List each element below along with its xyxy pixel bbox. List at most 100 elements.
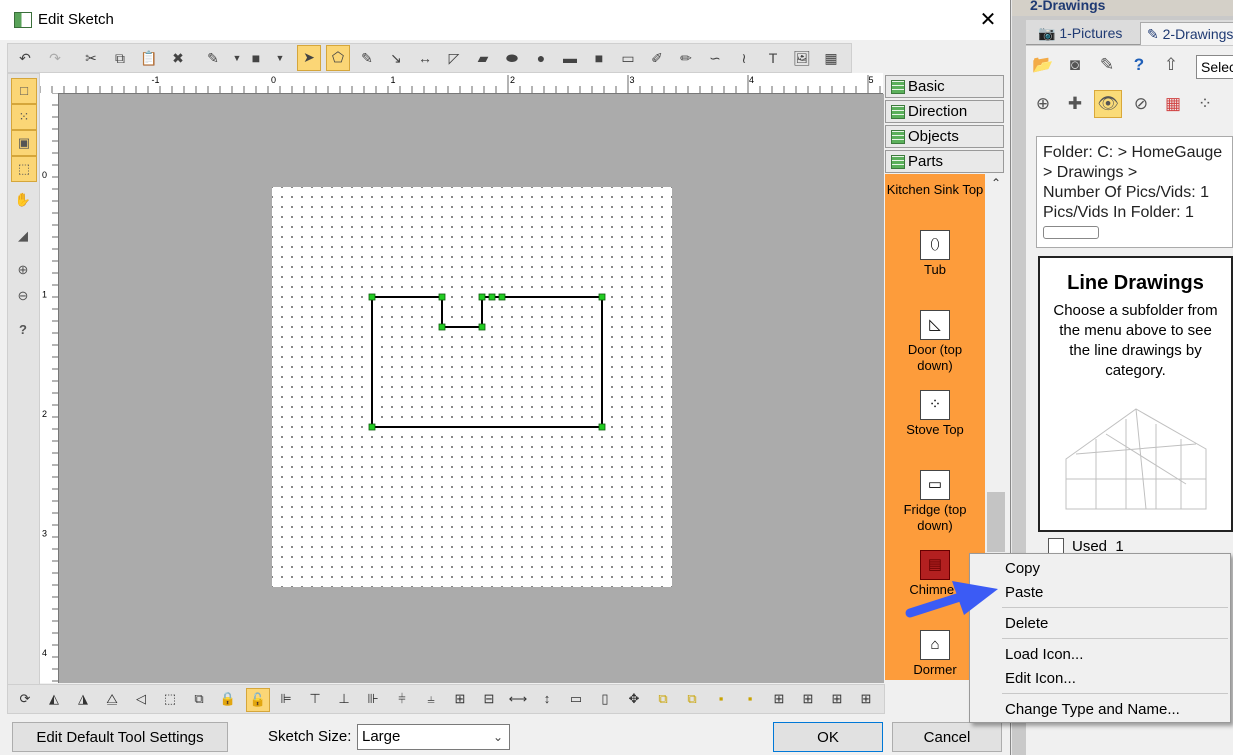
redo-icon[interactable]: ↷	[44, 47, 66, 69]
eye-hidden-icon[interactable]: ⊘	[1128, 91, 1154, 117]
draw-pencil-icon[interactable]: ✎	[356, 47, 378, 69]
undo-icon[interactable]: ↶	[14, 47, 36, 69]
part-tub[interactable]: ⬯ Tub	[885, 230, 985, 278]
stretch-h-icon[interactable]: ▭	[565, 688, 587, 710]
menu-item-delete[interactable]: Delete	[1005, 615, 1048, 632]
scrollbar-thumb[interactable]	[987, 492, 1005, 552]
rotate-icon[interactable]: ⟳	[14, 688, 36, 710]
marker-tool-icon[interactable]: ✐	[646, 47, 668, 69]
zoom-in-icon[interactable]: ⊕	[11, 258, 35, 282]
align-bottom-icon[interactable]: ⊥	[333, 688, 355, 710]
move-up-icon[interactable]: ⊞	[826, 688, 848, 710]
square-tool-icon[interactable]: ■	[588, 47, 610, 69]
unlock-icon[interactable]: 🔓	[246, 688, 270, 712]
vertex-handle[interactable]	[438, 293, 446, 301]
send-back-icon[interactable]: ⧉	[681, 688, 703, 710]
menu-item-copy[interactable]: Copy	[1005, 560, 1040, 577]
freeform-tool-icon[interactable]: ▰	[472, 47, 494, 69]
center-page-icon[interactable]: ✥	[623, 688, 645, 710]
send-backward-icon[interactable]: ▪	[739, 688, 761, 710]
part-stove-top[interactable]: ⁘ Stove Top	[885, 390, 985, 438]
tab-pictures[interactable]: 📷 1-Pictures	[1032, 22, 1128, 44]
vertex-handle[interactable]	[598, 293, 606, 301]
vertex-handle[interactable]	[488, 293, 496, 301]
line-tool-icon[interactable]: ↘	[385, 47, 407, 69]
rectangle-tool-icon[interactable]: ▬	[559, 47, 581, 69]
same-height-icon[interactable]: ↕	[536, 688, 558, 710]
mirror-icon[interactable]: ⧋	[101, 688, 123, 710]
align-right-icon[interactable]: ⊪	[362, 688, 384, 710]
align-left-icon[interactable]: ⊫	[275, 688, 297, 710]
vertex-handle[interactable]	[368, 423, 376, 431]
add-circle-icon[interactable]: ⊕	[1030, 91, 1056, 117]
edit-points-icon[interactable]: ⬠	[326, 45, 350, 71]
flip-horizontal-icon[interactable]: ◭	[43, 688, 65, 710]
tab-parts[interactable]: Parts	[885, 150, 1004, 173]
tab-drawings[interactable]: ✎ 2-Drawings	[1140, 22, 1233, 45]
align-center-h-icon[interactable]: ⫨	[420, 688, 442, 710]
same-width-icon[interactable]: ⟷	[507, 688, 529, 710]
rectangle-select-icon[interactable]: □	[11, 78, 37, 104]
bring-front-icon[interactable]: ⧉	[652, 688, 674, 710]
fill-color-dropdown-icon[interactable]: ▼	[269, 47, 291, 69]
highlighter-tool-icon[interactable]: ✏	[675, 47, 697, 69]
help-icon[interactable]: ?	[11, 318, 35, 342]
dimension-tool-icon[interactable]: ↔	[414, 47, 436, 69]
used-checkbox[interactable]	[1048, 538, 1064, 554]
select-arrow-icon[interactable]: ➤	[297, 45, 321, 71]
category-select[interactable]: Select	[1196, 55, 1233, 79]
tab-objects[interactable]: Objects	[885, 125, 1004, 148]
menu-item-edit-icon[interactable]: Edit Icon...	[1005, 670, 1076, 687]
page-frame-icon[interactable]: ⬚	[11, 156, 37, 182]
text-tool-icon[interactable]: T	[762, 47, 784, 69]
edit-default-tool-settings-button[interactable]: Edit Default Tool Settings	[12, 722, 228, 752]
sketch-size-select[interactable]: Large ⌄	[357, 724, 510, 750]
eye-icon[interactable]: 👁	[1094, 90, 1122, 118]
cut-icon[interactable]: ✂	[80, 47, 102, 69]
curve-tool-icon[interactable]: ∽	[704, 47, 726, 69]
folder-icon[interactable]: 📂	[1030, 52, 1056, 78]
add-move-icon[interactable]: ✚	[1062, 91, 1088, 117]
snap-grid-icon[interactable]: ▣	[11, 130, 37, 156]
fill-color-icon[interactable]: ■	[245, 47, 267, 69]
edit-icon[interactable]: ✎	[1094, 52, 1120, 78]
copy-icon[interactable]: ⧉	[109, 47, 131, 69]
image-tool-icon[interactable]: 🖼	[791, 47, 813, 69]
up-arrow-icon[interactable]: ⇧	[1158, 52, 1184, 78]
part-fridge[interactable]: ▭ Fridge (top down)	[885, 470, 985, 534]
move-down-icon[interactable]: ⊞	[855, 688, 877, 710]
ok-button[interactable]: OK	[773, 722, 883, 752]
line-color-icon[interactable]: ✎	[202, 47, 224, 69]
circle-tool-icon[interactable]: ●	[530, 47, 552, 69]
bring-forward-icon[interactable]: ▪	[710, 688, 732, 710]
move-right-icon[interactable]: ⊞	[797, 688, 819, 710]
ungroup-icon[interactable]: ⧉	[188, 688, 210, 710]
close-button[interactable]: ✕	[973, 6, 1003, 34]
polygon-tool-icon[interactable]: ◸	[443, 47, 465, 69]
menu-item-change-type-name[interactable]: Change Type and Name...	[1005, 701, 1180, 718]
vertex-handle[interactable]	[438, 323, 446, 331]
cancel-button[interactable]: Cancel	[892, 722, 1002, 752]
grid-icon[interactable]: ▦	[1160, 91, 1186, 117]
zoom-out-icon[interactable]: ⊖	[11, 284, 35, 308]
help-icon[interactable]: ?	[1126, 52, 1152, 78]
camera-icon[interactable]: ◙	[1062, 52, 1088, 78]
mirror-left-icon[interactable]: ◁	[130, 688, 152, 710]
eraser-icon[interactable]: ◢	[11, 224, 35, 248]
delete-icon[interactable]: ✖	[167, 47, 189, 69]
vertex-handle[interactable]	[598, 423, 606, 431]
tab-basic[interactable]: Basic	[885, 75, 1004, 98]
distribute-h-icon[interactable]: ⊞	[449, 688, 471, 710]
group-icon[interactable]: ⬚	[159, 688, 181, 710]
vertex-handle[interactable]	[478, 293, 486, 301]
floor-plan-outline[interactable]	[371, 296, 603, 428]
vertex-handle[interactable]	[478, 323, 486, 331]
ellipse-tool-icon[interactable]: ⬬	[501, 47, 523, 69]
paste-icon[interactable]: 📋	[138, 47, 160, 69]
stretch-v-icon[interactable]: ▯	[594, 688, 616, 710]
lock-icon[interactable]: 🔒	[217, 688, 239, 710]
line-drawings-card[interactable]: Line Drawings Choose a subfolder from th…	[1038, 256, 1233, 532]
distribute-v-icon[interactable]: ⊟	[478, 688, 500, 710]
vertex-handle[interactable]	[498, 293, 506, 301]
flip-vertical-icon[interactable]: ◮	[72, 688, 94, 710]
